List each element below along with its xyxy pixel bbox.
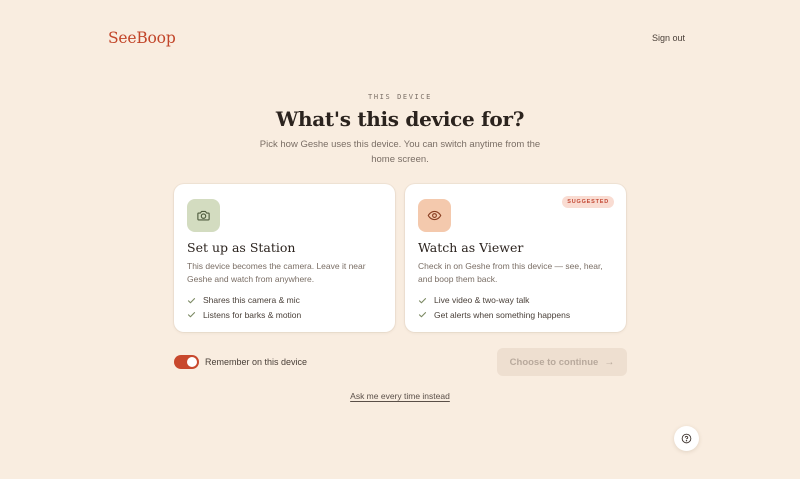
feature-label: Get alerts when something happens [434, 309, 571, 320]
feature-label: Listens for barks & motion [203, 309, 302, 320]
ask-every-time-link[interactable]: Ask me every time instead [350, 391, 450, 401]
station-feature-list: Shares this camera & mic Listens for bar… [187, 293, 301, 322]
sign-out-link[interactable]: Sign out [652, 33, 685, 43]
ask-every-time-container: Ask me every time instead [0, 391, 800, 401]
check-icon [187, 312, 196, 318]
page-subtitle: Pick how Geshe uses this device. You can… [259, 139, 541, 165]
station-card-title: Set up as Station [187, 240, 296, 255]
continue-button[interactable]: Choose to continue → [497, 348, 627, 376]
feature-label: Live video & two-way talk [434, 295, 530, 306]
top-bar: SeeBoop Sign out [0, 0, 800, 80]
station-card-description: This device becomes the camera. Leave it… [187, 261, 366, 284]
camera-icon [187, 199, 220, 232]
feature-item: Live video & two-way talk [418, 293, 570, 308]
suggested-badge: SUGGESTED [562, 196, 614, 208]
help-button[interactable] [674, 426, 699, 451]
check-icon [418, 297, 427, 304]
feature-label: Shares this camera & mic [203, 295, 300, 306]
feature-item: Shares this camera & mic [187, 293, 301, 308]
viewer-option-card[interactable]: SUGGESTED Watch as Viewer Check in on Ge… [405, 184, 626, 332]
feature-item: Listens for barks & motion [187, 308, 301, 323]
logo[interactable]: SeeBoop [108, 29, 176, 47]
remember-toggle[interactable] [174, 355, 199, 369]
toggle-knob [187, 357, 197, 367]
continue-button-label: Choose to continue [509, 356, 599, 368]
remember-label[interactable]: Remember on this device [205, 357, 307, 367]
station-option-card[interactable]: Set up as Station This device becomes th… [174, 184, 395, 332]
page-title: What's this device for? [275, 107, 525, 131]
eyebrow-label: THIS DEVICE [368, 93, 432, 101]
arrow-right-icon: → [604, 356, 615, 368]
viewer-feature-list: Live video & two-way talk Get alerts whe… [418, 293, 570, 322]
viewer-card-description: Check in on Geshe from this device — see… [418, 261, 603, 284]
help-circle-icon [681, 433, 692, 444]
feature-item: Get alerts when something happens [418, 308, 570, 323]
viewer-card-title: Watch as Viewer [418, 240, 524, 255]
check-icon [187, 297, 196, 304]
check-icon [418, 312, 427, 318]
eye-icon [418, 199, 451, 232]
